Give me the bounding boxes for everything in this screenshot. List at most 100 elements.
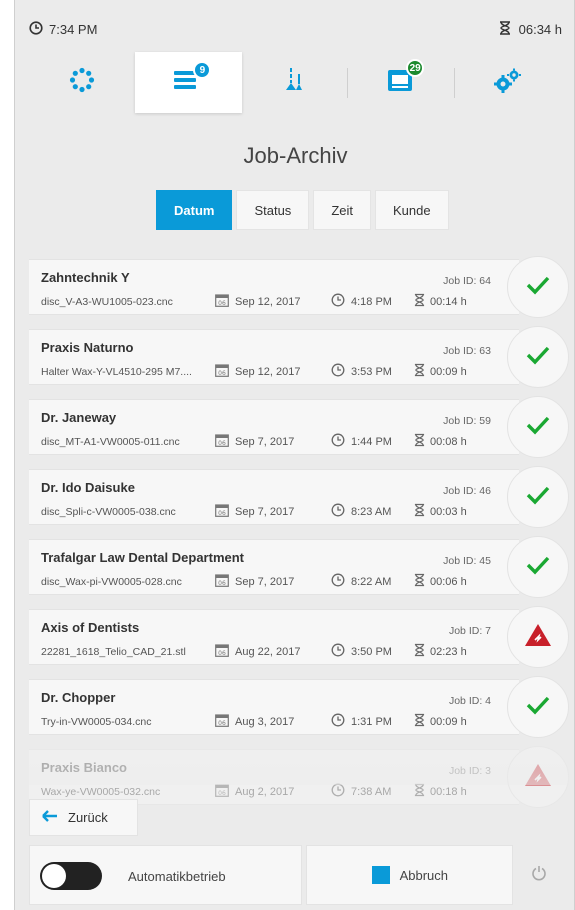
job-row[interactable]: Zahntechnik Y disc_V-A3-WU1005-023.cnc 0… [29, 256, 569, 318]
job-list: Zahntechnik Y disc_V-A3-WU1005-023.cnc 0… [29, 256, 569, 816]
job-row[interactable]: Axis of Dentists 22281_1618_Telio_CAD_21… [29, 606, 569, 668]
checkmark-icon [526, 415, 550, 440]
job-time-value: 3:53 PM [351, 365, 392, 378]
abort-button[interactable]: Abbruch [306, 845, 514, 905]
svg-text:06: 06 [218, 790, 226, 797]
job-file: disc_V-A3-WU1005-023.cnc [41, 296, 173, 308]
job-duration-value: 00:09 h [430, 715, 467, 728]
job-date: 06 Sep 7, 2017 [215, 573, 294, 590]
svg-text:06: 06 [218, 440, 226, 447]
job-date: 06 Aug 3, 2017 [215, 713, 294, 730]
job-duration-value: 00:09 h [430, 365, 467, 378]
tab-job-list[interactable]: 9 [135, 52, 242, 113]
clock: 7:34 PM [29, 21, 97, 38]
job-duration: 00:03 h [414, 503, 467, 520]
job-time: 1:31 PM [331, 713, 392, 730]
auto-mode-toggle[interactable] [40, 862, 102, 890]
calendar-icon: 06 [215, 433, 229, 450]
job-status [507, 746, 569, 808]
job-count-badge: 9 [193, 61, 212, 79]
back-button[interactable]: Zurück [29, 799, 138, 836]
job-file: 22281_1618_Telio_CAD_21.stl [41, 646, 186, 658]
job-row[interactable]: Trafalgar Law Dental Department disc_Wax… [29, 536, 569, 598]
clock-icon [331, 713, 345, 730]
svg-text:06: 06 [218, 300, 226, 307]
job-id: Job ID: 45 [443, 555, 491, 567]
main-nav: 9 29 [29, 52, 561, 113]
job-date: 06 Sep 12, 2017 [215, 293, 300, 310]
job-time: 7:38 AM [331, 783, 391, 800]
stop-icon [371, 866, 390, 884]
job-time: 4:18 PM [331, 293, 392, 310]
sort-bar: Datum Status Zeit Kunde [156, 190, 449, 230]
tab-machine[interactable]: 29 [348, 52, 455, 113]
clock-icon [331, 363, 345, 380]
job-customer: Trafalgar Law Dental Department [41, 550, 244, 565]
job-customer: Praxis Bianco [41, 760, 127, 775]
clock-icon [331, 503, 345, 520]
job-row[interactable]: Dr. Ido Daisuke disc_Spli-c-VW0005-038.c… [29, 466, 569, 528]
job-status [507, 536, 569, 598]
arrow-left-icon [42, 810, 58, 825]
job-date-value: Sep 7, 2017 [235, 505, 295, 518]
calendar-icon: 06 [215, 573, 229, 590]
job-date-value: Aug 3, 2017 [235, 715, 295, 728]
job-id: Job ID: 64 [443, 275, 491, 287]
job-card: Dr. Chopper Try-in-VW0005-034.cnc 06 Aug… [29, 679, 519, 735]
sort-by-date-button[interactable]: Datum [156, 190, 233, 230]
job-card: Axis of Dentists 22281_1618_Telio_CAD_21… [29, 609, 519, 665]
job-date: 06 Aug 2, 2017 [215, 783, 294, 800]
job-time: 8:22 AM [331, 573, 391, 590]
calendar-icon: 06 [215, 643, 229, 660]
sort-by-status-button[interactable]: Status [236, 190, 310, 230]
sort-by-customer-button[interactable]: Kunde [374, 190, 449, 230]
hourglass-icon [499, 21, 511, 38]
auto-mode-panel: Automatikbetrieb [29, 845, 303, 905]
job-row[interactable]: Dr. Janeway disc_MT-A1-VW0005-011.cnc 06… [29, 396, 569, 458]
job-time: 3:53 PM [331, 363, 392, 380]
checkmark-icon [526, 485, 550, 510]
job-file: disc_Spli-c-VW0005-038.cnc [41, 506, 176, 518]
tab-dashboard[interactable] [29, 52, 135, 113]
job-duration: 00:06 h [414, 573, 467, 590]
clock-icon [29, 21, 43, 38]
tab-tools[interactable] [242, 52, 349, 113]
svg-text:06: 06 [218, 510, 226, 517]
job-id: Job ID: 59 [443, 415, 491, 427]
job-card: Trafalgar Law Dental Department disc_Wax… [29, 539, 519, 595]
calendar-icon: 06 [215, 783, 229, 800]
job-time-value: 8:23 AM [351, 505, 392, 518]
job-customer: Dr. Janeway [41, 410, 117, 425]
job-duration: 00:18 h [414, 783, 467, 800]
tab-settings[interactable] [455, 52, 561, 113]
job-time-value: 3:50 PM [351, 645, 392, 658]
job-row[interactable]: Dr. Chopper Try-in-VW0005-034.cnc 06 Aug… [29, 676, 569, 738]
hourglass-icon [414, 783, 425, 800]
job-status [507, 256, 569, 318]
job-time-value: 4:18 PM [351, 295, 392, 308]
job-id: Job ID: 7 [448, 625, 491, 637]
job-date-value: Sep 12, 2017 [235, 365, 301, 378]
hourglass-icon [414, 503, 425, 520]
job-date: 06 Sep 7, 2017 [215, 503, 294, 520]
job-file: disc_MT-A1-VW0005-011.cnc [41, 436, 180, 448]
job-duration: 00:09 h [414, 363, 467, 380]
back-label: Zurück [68, 810, 108, 825]
sort-by-time-button[interactable]: Zeit [313, 190, 371, 230]
svg-text:06: 06 [218, 650, 226, 657]
job-customer: Axis of Dentists [41, 620, 140, 635]
job-duration: 00:09 h [414, 713, 467, 730]
job-id: Job ID: 3 [448, 765, 491, 777]
app-window: 7:34 PM 06:34 h 9 29 Job-Archiv Datum St… [14, 0, 575, 910]
job-status [507, 676, 569, 738]
hourglass-icon [414, 643, 425, 660]
job-card: Dr. Janeway disc_MT-A1-VW0005-011.cnc 06… [29, 399, 519, 455]
job-card: Praxis Bianco Wax-ye-VW0005-032.cnc 06 A… [29, 749, 519, 805]
power-button[interactable] [517, 845, 561, 905]
svg-text:06: 06 [218, 370, 226, 377]
job-date: 06 Sep 7, 2017 [215, 433, 294, 450]
job-row[interactable]: Praxis Naturno Halter Wax-Y-VL4510-295 M… [29, 326, 569, 388]
error-warning-icon [524, 763, 552, 792]
job-status [507, 396, 569, 458]
job-date-value: Sep 7, 2017 [235, 575, 295, 588]
